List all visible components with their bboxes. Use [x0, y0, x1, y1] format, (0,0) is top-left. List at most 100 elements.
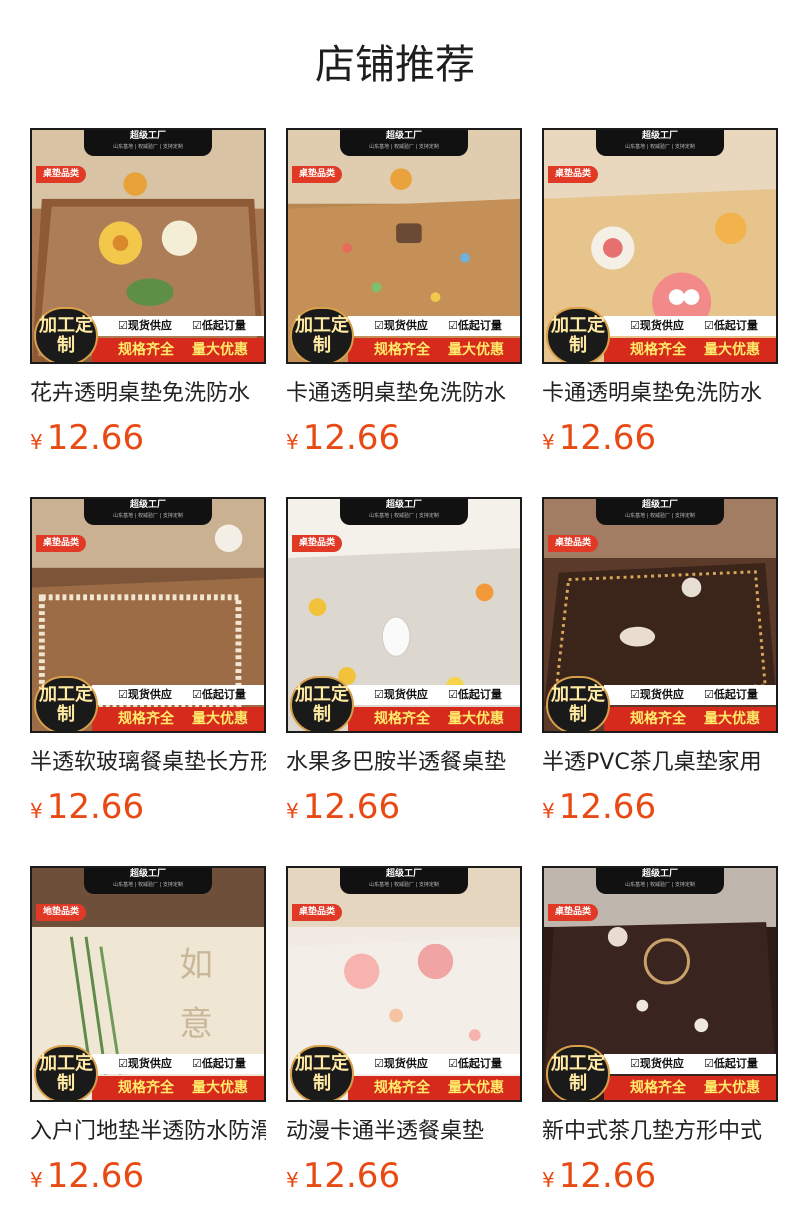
check-stock: ☑现货供应 [374, 319, 428, 332]
custom-badge: 加工定制 [290, 676, 354, 731]
brand-banner: 超级工厂 山东基地 | 权威验厂 | 支持定制 [596, 130, 724, 156]
product-name[interactable]: 半透软玻璃餐桌垫长方形 [30, 747, 266, 779]
check-stock: ☑现货供应 [118, 319, 172, 332]
brand-sub: 山东基地 | 权威验厂 | 支持定制 [113, 513, 183, 519]
custom-badge: 加工定制 [34, 1045, 98, 1100]
product-name[interactable]: 动漫卡通半透餐桌垫 [286, 1116, 522, 1148]
promo-discount: 量大优惠 [704, 342, 760, 358]
price-value: 12.66 [558, 787, 657, 827]
promo-discount: 量大优惠 [448, 342, 504, 358]
currency-symbol: ¥ [286, 430, 299, 454]
brand-banner: 超级工厂 山东基地 | 权威验厂 | 支持定制 [84, 499, 212, 525]
product-price: ¥12.66 [30, 787, 144, 827]
product-card[interactable]: 超级工厂 山东基地 | 权威验厂 | 支持定制 桌垫品类 ☑现货供应 ☑低起订量… [542, 497, 778, 837]
check-moq: ☑低起订量 [192, 319, 246, 332]
check-moq: ☑低起订量 [448, 319, 502, 332]
product-price: ¥12.66 [286, 418, 400, 458]
brand-label: 超级工厂 [129, 500, 166, 510]
currency-symbol: ¥ [542, 430, 555, 454]
brand-label: 超级工厂 [641, 131, 678, 141]
promo-spec: 规格齐全 [374, 711, 430, 727]
product-image[interactable]: 超级工厂 山东基地 | 权威验厂 | 支持定制 桌垫品类 ☑现货供应 ☑低起订量… [542, 866, 778, 1102]
promo-discount: 量大优惠 [704, 711, 760, 727]
currency-symbol: ¥ [542, 799, 555, 823]
product-card[interactable]: 超级工厂 山东基地 | 权威验厂 | 支持定制 桌垫品类 ☑现货供应 ☑低起订量… [30, 128, 266, 468]
product-price: ¥12.66 [286, 1156, 400, 1196]
check-moq: ☑低起订量 [192, 688, 246, 701]
brand-label: 超级工厂 [385, 869, 422, 879]
product-card[interactable]: 超级工厂 山东基地 | 权威验厂 | 支持定制 桌垫品类 ☑现货供应 ☑低起订量… [542, 866, 778, 1206]
brand-banner: 超级工厂 山东基地 | 权威验厂 | 支持定制 [340, 130, 468, 156]
brand-sub: 山东基地 | 权威验厂 | 支持定制 [625, 144, 695, 150]
category-badge: 桌垫品类 [292, 535, 343, 552]
product-card[interactable]: 如 意 超级工厂 山东基地 | 权威验厂 | 支持定制 地垫品类 ☑现货供应 ☑… [30, 866, 266, 1206]
product-image[interactable]: 超级工厂 山东基地 | 权威验厂 | 支持定制 桌垫品类 ☑现货供应 ☑低起订量… [286, 866, 522, 1102]
custom-badge: 加工定制 [34, 676, 98, 731]
product-price: ¥12.66 [286, 787, 400, 827]
currency-symbol: ¥ [542, 1168, 555, 1192]
currency-symbol: ¥ [286, 1168, 299, 1192]
price-value: 12.66 [302, 1156, 401, 1196]
promo-spec: 规格齐全 [118, 1080, 174, 1096]
category-badge: 桌垫品类 [292, 904, 343, 921]
product-card[interactable]: 超级工厂 山东基地 | 权威验厂 | 支持定制 桌垫品类 ☑现货供应 ☑低起订量… [30, 497, 266, 837]
category-badge: 桌垫品类 [548, 904, 599, 921]
check-stock: ☑现货供应 [630, 319, 684, 332]
promo-strip: ☑现货供应 ☑低起订量 规格齐全 量大优惠 加工定制 [288, 307, 520, 362]
product-card[interactable]: 超级工厂 山东基地 | 权威验厂 | 支持定制 桌垫品类 ☑现货供应 ☑低起订量… [286, 866, 522, 1206]
category-badge: 桌垫品类 [36, 535, 87, 552]
product-name[interactable]: 水果多巴胺半透餐桌垫 [286, 747, 522, 779]
category-badge: 桌垫品类 [548, 166, 599, 183]
brand-label: 超级工厂 [641, 869, 678, 879]
product-image[interactable]: 超级工厂 山东基地 | 权威验厂 | 支持定制 桌垫品类 ☑现货供应 ☑低起订量… [542, 128, 778, 364]
brand-sub: 山东基地 | 权威验厂 | 支持定制 [625, 513, 695, 519]
product-name[interactable]: 卡通透明桌垫免洗防水 [286, 378, 522, 410]
product-price: ¥12.66 [542, 1156, 656, 1196]
product-name[interactable]: 入户门地垫半透防水防滑 [30, 1116, 266, 1148]
promo-strip: ☑现货供应 ☑低起订量 规格齐全 量大优惠 加工定制 [544, 1045, 776, 1100]
product-image[interactable]: 超级工厂 山东基地 | 权威验厂 | 支持定制 桌垫品类 ☑现货供应 ☑低起订量… [286, 128, 522, 364]
check-stock: ☑现货供应 [630, 688, 684, 701]
product-name[interactable]: 新中式茶几垫方形中式 [542, 1116, 778, 1148]
promo-strip: ☑现货供应 ☑低起订量 规格齐全 量大优惠 加工定制 [32, 1045, 264, 1100]
price-value: 12.66 [302, 418, 401, 458]
category-badge: 地垫品类 [36, 904, 87, 921]
currency-symbol: ¥ [30, 1168, 43, 1192]
promo-spec: 规格齐全 [118, 342, 174, 358]
promo-discount: 量大优惠 [448, 711, 504, 727]
product-name[interactable]: 卡通透明桌垫免洗防水 [542, 378, 778, 410]
promo-spec: 规格齐全 [630, 342, 686, 358]
price-value: 12.66 [46, 418, 145, 458]
product-card[interactable]: 超级工厂 山东基地 | 权威验厂 | 支持定制 桌垫品类 ☑现货供应 ☑低起订量… [286, 128, 522, 468]
brand-banner: 超级工厂 山东基地 | 权威验厂 | 支持定制 [596, 868, 724, 894]
promo-discount: 量大优惠 [192, 1080, 248, 1096]
product-image[interactable]: 超级工厂 山东基地 | 权威验厂 | 支持定制 桌垫品类 ☑现货供应 ☑低起订量… [542, 497, 778, 733]
brand-label: 超级工厂 [641, 500, 678, 510]
promo-strip: ☑现货供应 ☑低起订量 规格齐全 量大优惠 加工定制 [544, 307, 776, 362]
product-image[interactable]: 超级工厂 山东基地 | 权威验厂 | 支持定制 桌垫品类 ☑现货供应 ☑低起订量… [30, 497, 266, 733]
custom-badge: 加工定制 [34, 307, 98, 362]
product-price: ¥12.66 [542, 418, 656, 458]
product-image[interactable]: 如 意 超级工厂 山东基地 | 权威验厂 | 支持定制 地垫品类 ☑现货供应 ☑… [30, 866, 266, 1102]
brand-sub: 山东基地 | 权威验厂 | 支持定制 [113, 882, 183, 888]
product-image[interactable]: 超级工厂 山东基地 | 权威验厂 | 支持定制 桌垫品类 ☑现货供应 ☑低起订量… [286, 497, 522, 733]
check-stock: ☑现货供应 [374, 1057, 428, 1070]
check-moq: ☑低起订量 [448, 688, 502, 701]
check-moq: ☑低起订量 [192, 1057, 246, 1070]
page-title: 店铺推荐 [315, 42, 475, 88]
product-price: ¥12.66 [30, 1156, 144, 1196]
currency-symbol: ¥ [286, 799, 299, 823]
product-name[interactable]: 花卉透明桌垫免洗防水 [30, 378, 266, 410]
check-moq: ☑低起订量 [448, 1057, 502, 1070]
price-value: 12.66 [46, 787, 145, 827]
brand-label: 超级工厂 [129, 131, 166, 141]
brand-banner: 超级工厂 山东基地 | 权威验厂 | 支持定制 [596, 499, 724, 525]
product-card[interactable]: 超级工厂 山东基地 | 权威验厂 | 支持定制 桌垫品类 ☑现货供应 ☑低起订量… [542, 128, 778, 468]
brand-banner: 超级工厂 山东基地 | 权威验厂 | 支持定制 [84, 130, 212, 156]
price-value: 12.66 [558, 1156, 657, 1196]
product-card[interactable]: 超级工厂 山东基地 | 权威验厂 | 支持定制 桌垫品类 ☑现货供应 ☑低起订量… [286, 497, 522, 837]
price-value: 12.66 [558, 418, 657, 458]
product-name[interactable]: 半透PVC茶几桌垫家用 [542, 747, 778, 779]
product-image[interactable]: 超级工厂 山东基地 | 权威验厂 | 支持定制 桌垫品类 ☑现货供应 ☑低起订量… [30, 128, 266, 364]
check-stock: ☑现货供应 [374, 688, 428, 701]
